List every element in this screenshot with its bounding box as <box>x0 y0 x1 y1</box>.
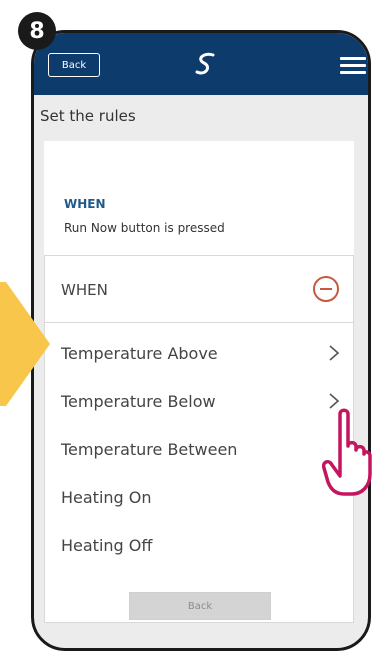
option-temperature-above[interactable]: Temperature Above <box>61 336 341 370</box>
when-panel-header: WHEN <box>45 256 353 323</box>
option-heating-off[interactable]: Heating Off <box>61 528 341 562</box>
option-temperature-between[interactable]: Temperature Between <box>61 432 341 466</box>
tutorial-screenshot: 8 Back Set the rules WHEN Run Now button… <box>0 0 384 660</box>
yellow-pointer-arrow-icon <box>0 282 50 406</box>
summary-when-label: WHEN <box>64 197 106 211</box>
back-button[interactable]: Back <box>48 53 100 77</box>
option-label: Heating On <box>61 487 152 507</box>
option-label: Temperature Between <box>61 439 238 459</box>
step-number-badge: 8 <box>18 12 56 50</box>
page-title: Set the rules <box>40 107 136 125</box>
option-temperature-below[interactable]: Temperature Below <box>61 384 341 418</box>
back-button-bottom[interactable]: Back <box>129 592 271 620</box>
option-label: Temperature Above <box>61 343 218 363</box>
phone-screen: Back Set the rules WHEN Run Now button i… <box>31 30 371 651</box>
when-options-panel: WHEN Temperature Above Temperature Below… <box>44 255 354 623</box>
app-header: Back <box>34 33 368 95</box>
rule-summary-card: WHEN Run Now button is pressed <box>44 141 354 269</box>
when-panel-label: WHEN <box>61 281 108 299</box>
minus-circle-icon[interactable] <box>313 276 339 302</box>
pointing-hand-icon <box>322 408 372 496</box>
summary-description: Run Now button is pressed <box>64 221 225 235</box>
option-heating-on[interactable]: Heating On <box>61 480 341 514</box>
hamburger-menu-icon[interactable] <box>340 57 366 75</box>
option-label: Temperature Below <box>61 391 216 411</box>
option-label: Heating Off <box>61 535 153 555</box>
chevron-right-icon <box>329 345 340 361</box>
salus-logo-icon <box>195 52 215 75</box>
